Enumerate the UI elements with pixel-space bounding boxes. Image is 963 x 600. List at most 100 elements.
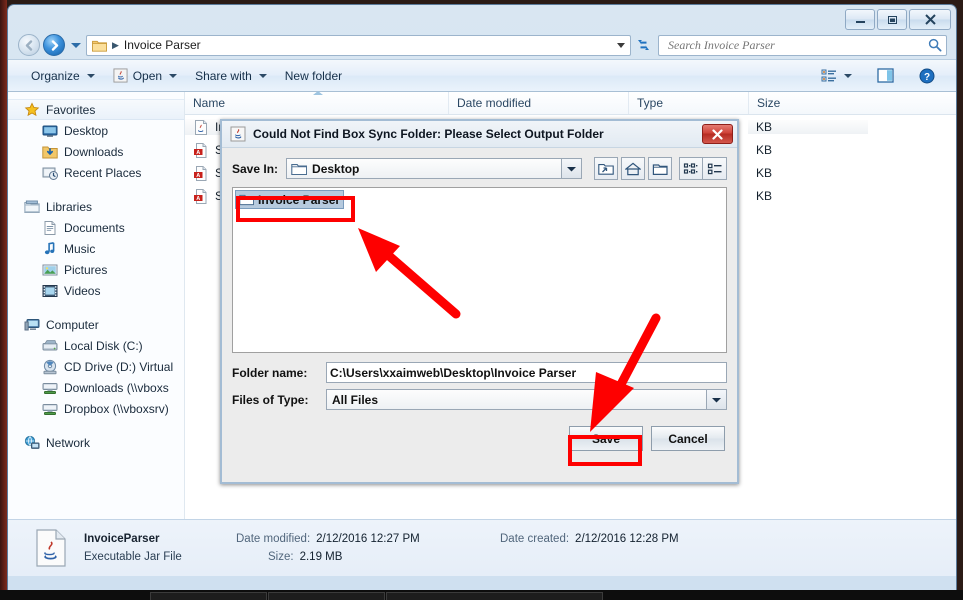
address-bar[interactable]: ▶ Invoice Parser <box>86 34 631 56</box>
sidebar-item-local-disk-c[interactable]: Local Disk (C:) <box>8 335 184 356</box>
sidebar-item-network[interactable]: Network <box>8 432 184 453</box>
back-button[interactable] <box>18 34 40 56</box>
networkdrive-icon <box>42 382 58 394</box>
help-button[interactable]: ? <box>910 65 944 87</box>
java-icon <box>230 126 246 142</box>
dialog-close-button[interactable] <box>702 124 733 144</box>
refresh-button[interactable] <box>631 38 655 52</box>
recent-pages-button[interactable] <box>71 42 81 48</box>
new-folder-button[interactable] <box>648 157 672 180</box>
videos-icon <box>42 284 58 297</box>
change-view-button[interactable] <box>812 66 861 86</box>
search-input[interactable] <box>666 36 928 54</box>
sidebar-label: Libraries <box>46 199 93 214</box>
details-size-value: 2.19 MB <box>299 551 343 563</box>
dialog-content: Save In: Desktop Invoice Parser Folder n… <box>222 148 737 459</box>
files-of-type-value: All Files <box>332 392 379 407</box>
sidebar-item-dropbox-network[interactable]: Dropbox (\\vboxsrv) <box>8 398 184 419</box>
sidebar-item-pictures[interactable]: Pictures <box>8 259 184 280</box>
details-size: Size: 2.19 MB <box>236 548 498 566</box>
sidebar-item-libraries[interactable]: Libraries <box>8 196 184 217</box>
file-size-cell: KB <box>748 119 868 134</box>
file-size-cell: KB <box>756 165 773 180</box>
sidebar-item-cd-drive-d[interactable]: CD Drive (D:) Virtual <box>8 356 184 377</box>
chevron-down-icon <box>258 73 267 78</box>
column-header-date-modified[interactable]: Date modified <box>448 92 628 114</box>
cancel-button[interactable]: Cancel <box>651 426 725 451</box>
networkdrive-icon <box>42 403 58 415</box>
sidebar-label: Favorites <box>46 102 96 117</box>
forward-button[interactable] <box>43 34 65 56</box>
preview-pane-button[interactable] <box>868 65 903 86</box>
column-header-type[interactable]: Type <box>628 92 748 114</box>
music-icon <box>44 241 55 254</box>
taskbar <box>0 590 963 600</box>
new-folder-button[interactable]: New folder <box>276 66 351 86</box>
documents-icon <box>44 220 56 235</box>
address-dropdown-icon[interactable] <box>617 42 625 48</box>
save-in-value: Desktop <box>312 161 360 176</box>
sidebar-item-documents[interactable]: Documents <box>8 217 184 238</box>
sidebar-item-downloads[interactable]: Downloads <box>8 141 184 162</box>
jar-file-icon <box>36 529 66 567</box>
up-folder-button[interactable] <box>594 157 618 180</box>
folder-name-input[interactable]: C:\Users\xxaimweb\Desktop\Invoice Parser <box>326 362 727 383</box>
taskbar-item[interactable] <box>150 592 267 600</box>
details-date-created-value: 2/12/2016 12:28 PM <box>575 533 679 545</box>
save-in-label: Save In: <box>232 161 279 176</box>
dialog-buttons: Save Cancel <box>232 426 727 451</box>
files-of-type-dropdown-button[interactable] <box>706 390 726 409</box>
column-header-size[interactable]: Size <box>748 92 868 114</box>
maximize-button[interactable] <box>877 9 907 30</box>
sidebar-item-desktop[interactable]: Desktop <box>8 120 184 141</box>
share-with-button[interactable]: Share with <box>186 66 276 86</box>
details-view-button[interactable] <box>703 157 727 180</box>
home-button[interactable] <box>621 157 645 180</box>
up-folder-icon <box>598 163 614 175</box>
sidebar-item-computer[interactable]: Computer <box>8 314 184 335</box>
sidebar-item-downloads-network[interactable]: Downloads (\\vboxs <box>8 377 184 398</box>
close-button[interactable] <box>909 9 951 30</box>
sort-ascending-icon <box>313 91 323 95</box>
dialog-title: Could Not Find Box Sync Folder: Please S… <box>253 127 604 141</box>
save-in-combobox[interactable]: Desktop <box>286 158 582 179</box>
column-header-name[interactable]: Name <box>185 91 448 114</box>
details-file-name: InvoiceParser <box>84 533 160 545</box>
details-date-created-label: Date created: <box>500 533 570 545</box>
explorer-title-bar <box>8 5 956 31</box>
pdf-file-icon: A <box>194 142 207 158</box>
list-item[interactable]: Invoice Parser <box>234 190 345 209</box>
files-of-type-combobox[interactable]: All Files <box>326 389 727 410</box>
tiles-view-button[interactable] <box>679 157 703 180</box>
folder-list[interactable]: Invoice Parser <box>232 187 727 353</box>
details-date-modified-label: Date modified: <box>236 533 311 545</box>
window-controls <box>845 9 951 30</box>
chevron-down-icon <box>86 73 95 78</box>
taskbar-item[interactable] <box>386 592 603 600</box>
tiles-view-icon <box>683 162 698 174</box>
downloads-icon <box>42 146 58 158</box>
network-icon <box>24 435 40 449</box>
details-date-modified: Date modified: 2/12/2016 12:27 PM <box>236 530 466 548</box>
desktop-icon <box>42 125 58 137</box>
breadcrumb-current[interactable]: Invoice Parser <box>124 38 201 52</box>
sidebar-item-videos[interactable]: Videos <box>8 280 184 301</box>
sidebar-item-recent-places[interactable]: Recent Places <box>8 162 184 183</box>
chevron-down-icon <box>712 397 721 402</box>
minimize-button[interactable] <box>845 9 875 30</box>
sidebar-item-music[interactable]: Music <box>8 238 184 259</box>
search-box[interactable] <box>658 34 947 56</box>
open-button[interactable]: Open <box>104 65 186 86</box>
save-button[interactable]: Save <box>569 426 643 451</box>
folder-icon <box>239 194 254 206</box>
taskbar-item[interactable] <box>268 592 385 600</box>
save-in-dropdown-button[interactable] <box>561 159 581 178</box>
sidebar-item-favorites[interactable]: Favorites <box>8 99 184 120</box>
organize-menu-button[interactable]: Organize <box>22 66 104 86</box>
command-bar-right: ? <box>812 65 950 87</box>
share-with-label: Share with <box>195 68 252 83</box>
chevron-down-icon <box>567 166 576 171</box>
svg-text:?: ? <box>924 72 930 83</box>
